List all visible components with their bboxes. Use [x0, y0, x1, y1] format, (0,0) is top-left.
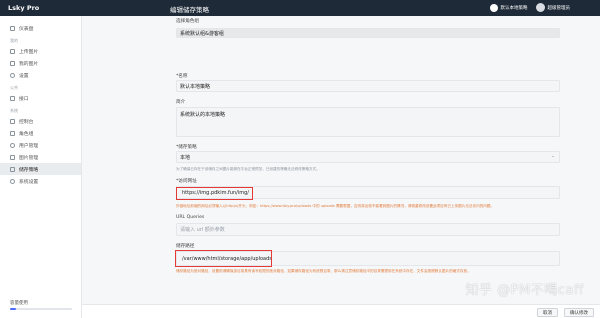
role-group-select[interactable]: 系统默认组&游客组	[176, 28, 560, 38]
default-strategy-chip[interactable]: 默认本地策略	[489, 3, 528, 12]
chevron-down-icon: ⌄	[551, 154, 555, 159]
cancel-button[interactable]: 取消	[537, 308, 558, 317]
url-highlight-box	[176, 187, 253, 200]
query-field[interactable]: 请输入 url 额外参数	[176, 223, 560, 236]
strategy-hint: 为了确保已存在于该储存之间图片能够在平台正常预览，已创建的策略无法修改策略方式。	[176, 167, 320, 171]
role-group-label: 选择角色组	[176, 19, 199, 24]
form-footer: 取消 确认修改	[82, 304, 600, 318]
intro-label: 简介	[176, 100, 186, 105]
avatar	[535, 3, 545, 12]
page-title: 编辑储存策略	[170, 6, 209, 14]
top-bar: Lsky Pro 编辑储存策略 默认本地策略 超级管理员	[0, 0, 600, 16]
watermark: 知乎 @PM不喝caff	[465, 283, 584, 298]
user-menu[interactable]: 超级管理员	[535, 3, 571, 12]
storage-form: 选择角色组 系统默认组&游客组 *名称 默认本地策略 简介 系统默认的本地策略 …	[0, 16, 560, 318]
strategy-value: 本地	[180, 154, 191, 161]
brand-logo-text[interactable]: Lsky Pro	[8, 4, 39, 12]
user-name: 超级管理员	[547, 5, 571, 11]
strategy-select[interactable]: 本地 ⌄	[176, 151, 560, 163]
url-label: *访问网址	[176, 179, 197, 184]
strategy-label: *储存策略	[176, 145, 197, 150]
name-field[interactable]: 默认本地策略	[176, 80, 560, 92]
default-strategy-label: 默认本地策略	[500, 5, 528, 11]
query-placeholder: 请输入 url 额外参数	[180, 227, 225, 233]
top-right-area: 默认本地策略 超级管理员	[489, 3, 571, 12]
path-label: 储存路径	[176, 244, 195, 249]
confirm-button[interactable]: 确认修改	[564, 308, 594, 317]
query-label: URL Queries	[176, 215, 205, 220]
storage-icon	[489, 3, 498, 12]
main-content: 选择角色组 系统默认组&游客组 *名称 默认本地策略 简介 系统默认的本地策略 …	[82, 16, 600, 318]
url-hint: 外链地址前缀的网址必须输入以http(s)开头，例如：https://www.l…	[176, 204, 495, 208]
name-label: *名称	[176, 74, 188, 79]
path-highlight-box	[175, 250, 272, 267]
intro-field[interactable]: 系统默认的本地策略	[176, 107, 560, 137]
